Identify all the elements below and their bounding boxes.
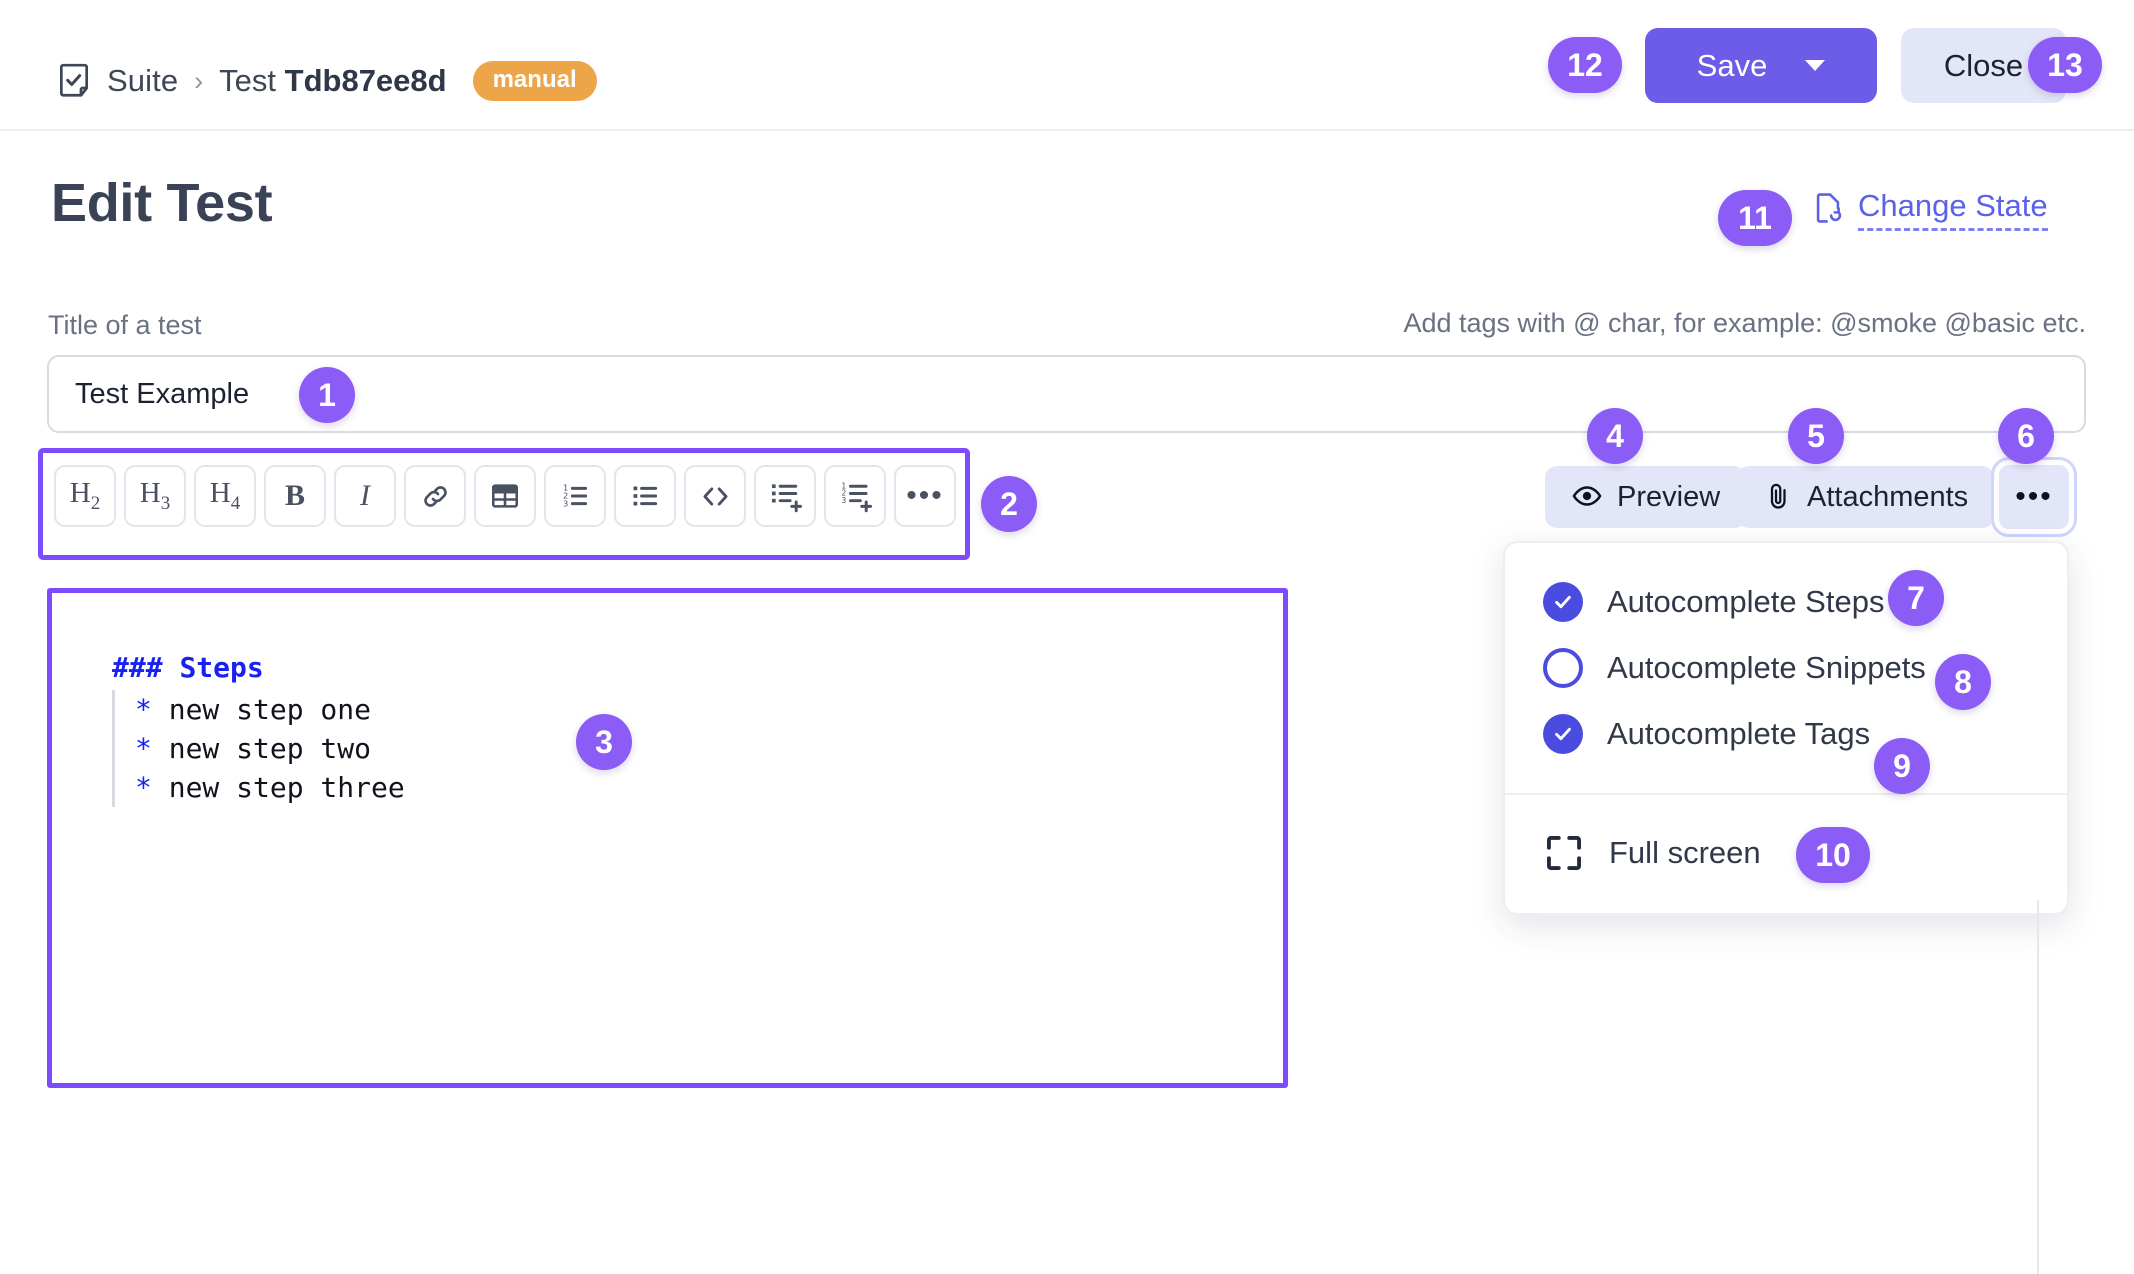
paperclip-icon	[1763, 481, 1793, 514]
annotation-badge-1: 1	[299, 367, 355, 423]
menu-action-group: Full screen	[1505, 795, 2067, 913]
annotation-badge-3: 3	[576, 714, 632, 770]
markdown-editor[interactable]: ### Steps * new step one * new step two …	[47, 588, 1288, 1088]
annotation-badge-4: 4	[1587, 408, 1643, 464]
preview-button[interactable]: Preview	[1545, 466, 1747, 528]
menu-item-label: Full screen	[1609, 835, 1761, 870]
bold-button[interactable]: B	[264, 465, 326, 527]
menu-item-autocomplete-tags[interactable]: Autocomplete Tags	[1505, 701, 2067, 767]
table-icon	[489, 480, 521, 512]
breadcrumb-suite[interactable]: Suite	[107, 63, 178, 99]
editor-step-text: new step one	[168, 693, 372, 726]
checkbox-unchecked-icon[interactable]	[1543, 648, 1583, 688]
annotation-badge-13: 13	[2028, 37, 2102, 93]
annotation-badge-10: 10	[1796, 827, 1870, 883]
editor-step-list: * new step one * new step two * new step…	[112, 690, 405, 807]
editor-step-text: new step two	[168, 732, 372, 765]
heading-3-button[interactable]: H3	[124, 465, 186, 527]
preview-button-label: Preview	[1617, 480, 1721, 513]
editor-step-line: * new step two	[135, 729, 405, 768]
editor-bullet-marker: *	[135, 771, 152, 804]
italic-icon: I	[360, 479, 370, 512]
ellipsis-icon: •••	[2015, 480, 2053, 513]
menu-item-label: Autocomplete Snippets	[1607, 650, 1926, 685]
menu-item-label: Autocomplete Tags	[1607, 716, 1871, 751]
breadcrumb-test: Test Tdb87ee8d	[219, 63, 446, 99]
code-icon	[699, 480, 732, 513]
table-button[interactable]	[474, 465, 536, 527]
ordered-list-icon: 1 2 3	[559, 480, 591, 512]
editor-bullet-marker: *	[135, 732, 152, 765]
save-button[interactable]: Save	[1645, 28, 1877, 103]
breadcrumb: Suite › Test Tdb87ee8d manual	[55, 58, 597, 104]
breadcrumb-separator: ›	[194, 65, 204, 96]
editor-heading-text: Steps	[179, 651, 264, 684]
annotation-badge-8: 8	[1935, 654, 1991, 710]
svg-text:3: 3	[563, 499, 568, 509]
annotation-badge-5: 5	[1788, 408, 1844, 464]
editor-bullet-marker: *	[135, 693, 152, 726]
menu-item-full-screen[interactable]: Full screen	[1505, 819, 2067, 887]
change-state-label: Change State	[1858, 189, 2048, 231]
annotation-badge-12: 12	[1548, 37, 1622, 93]
ordered-list-button[interactable]: 1 2 3	[544, 465, 606, 527]
save-button-label: Save	[1696, 47, 1768, 83]
top-header-bar: Suite › Test Tdb87ee8d manual Save Close	[0, 0, 2134, 131]
annotation-badge-7: 7	[1888, 570, 1944, 626]
breadcrumb-test-id: Tdb87ee8d	[284, 63, 447, 98]
add-ordered-list-button[interactable]: 1 2 3	[824, 465, 886, 527]
heading-4-icon: H4	[209, 477, 241, 514]
document-refresh-icon	[1811, 191, 1845, 230]
suite-document-icon	[55, 62, 93, 100]
ordered-list-plus-icon: 1 2 3	[838, 479, 872, 513]
toolbar-more-button[interactable]: •••	[894, 465, 956, 527]
code-button[interactable]	[684, 465, 746, 527]
editor-step-line: * new step one	[135, 690, 405, 729]
page-title: Edit Test	[51, 173, 273, 233]
svg-text:3: 3	[841, 496, 846, 505]
editor-heading-marker: ###	[112, 651, 163, 684]
annotation-badge-2: 2	[981, 476, 1037, 532]
heading-4-button[interactable]: H4	[194, 465, 256, 527]
bullet-list-icon	[629, 480, 661, 512]
annotation-badge-9: 9	[1874, 738, 1930, 794]
test-type-badge: manual	[472, 61, 597, 101]
right-panel-divider	[2037, 900, 2039, 1274]
checkbox-checked-icon[interactable]	[1543, 714, 1583, 754]
editor-heading-line: ### Steps	[112, 648, 405, 687]
tags-hint-text: Add tags with @ char, for example: @smok…	[1403, 308, 2086, 338]
markdown-toolbar: H2 H3 H4 B I 1 2 3 1 2 3 •••	[54, 465, 956, 527]
editor-step-line: * new step three	[135, 768, 405, 807]
add-bullet-list-button[interactable]	[754, 465, 816, 527]
annotation-badge-6: 6	[1998, 408, 2054, 464]
ellipsis-icon: •••	[906, 479, 944, 512]
bullet-list-plus-icon	[768, 479, 802, 513]
title-field-label: Title of a test	[48, 310, 202, 340]
edit-test-page: Suite › Test Tdb87ee8d manual Save Close…	[0, 0, 2134, 1274]
editor-content: ### Steps * new step one * new step two …	[112, 648, 405, 807]
attachments-button[interactable]: Attachments	[1737, 466, 1995, 528]
bold-icon: B	[284, 479, 305, 512]
link-button[interactable]	[404, 465, 466, 527]
editor-options-menu: Autocomplete Steps Autocomplete Snippets…	[1503, 541, 2069, 915]
bullet-list-button[interactable]	[614, 465, 676, 527]
change-state-link[interactable]: Change State	[1811, 189, 2048, 231]
heading-3-icon: H3	[139, 477, 171, 514]
heading-2-icon: H2	[69, 477, 101, 514]
annotation-badge-11: 11	[1718, 190, 1792, 246]
fullscreen-icon	[1543, 832, 1585, 874]
editor-options-button[interactable]: •••	[1991, 457, 2077, 537]
eye-icon	[1571, 480, 1603, 515]
heading-2-button[interactable]: H2	[54, 465, 116, 527]
checkbox-checked-icon[interactable]	[1543, 582, 1583, 622]
italic-button[interactable]: I	[334, 465, 396, 527]
link-icon	[419, 480, 452, 513]
editor-step-text: new step three	[168, 771, 405, 804]
menu-item-label: Autocomplete Steps	[1607, 584, 1885, 619]
breadcrumb-test-prefix: Test	[219, 63, 285, 98]
chevron-down-icon[interactable]	[1805, 60, 1826, 71]
menu-item-autocomplete-steps[interactable]: Autocomplete Steps	[1505, 569, 2067, 635]
attachments-button-label: Attachments	[1807, 480, 1969, 513]
